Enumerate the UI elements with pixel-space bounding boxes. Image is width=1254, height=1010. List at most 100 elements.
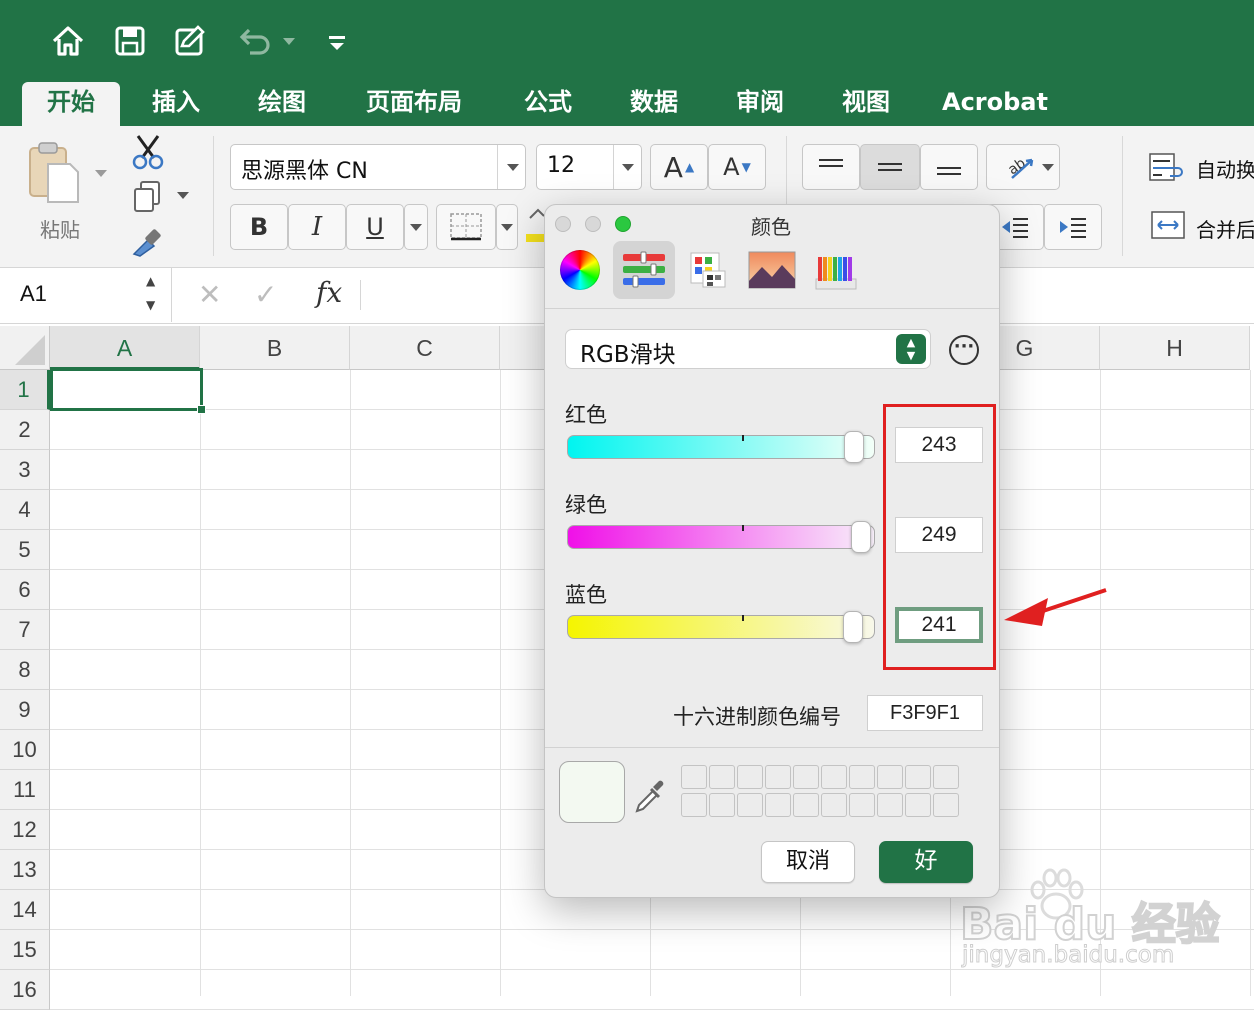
color-swatch-slot[interactable] xyxy=(793,765,819,789)
copy-dropdown-icon[interactable] xyxy=(177,192,189,199)
eyedropper-icon[interactable] xyxy=(633,775,667,815)
column-header-h[interactable]: H xyxy=(1100,326,1250,370)
tab-review[interactable]: 审阅 xyxy=(722,82,798,126)
bold-button[interactable]: B xyxy=(230,204,288,250)
font-size-select[interactable]: 12 xyxy=(536,144,642,190)
row-header-7[interactable]: 7 xyxy=(0,610,50,650)
color-swatch-slot[interactable] xyxy=(681,793,707,817)
more-options-icon[interactable]: ··· xyxy=(949,335,979,365)
row-header-10[interactable]: 10 xyxy=(0,730,50,770)
cancel-button[interactable]: 取消 xyxy=(761,841,855,883)
paste-icon[interactable] xyxy=(26,140,86,204)
italic-button[interactable]: I xyxy=(288,204,346,250)
color-palettes-mode[interactable] xyxy=(677,241,739,299)
row-header-5[interactable]: 5 xyxy=(0,530,50,570)
row-header-13[interactable]: 13 xyxy=(0,850,50,890)
color-mode-select[interactable]: RGB滑块 ▲ ▼ xyxy=(565,329,931,369)
color-swatch-slot[interactable] xyxy=(877,765,903,789)
edit-icon[interactable] xyxy=(172,22,210,60)
home-icon[interactable] xyxy=(49,22,87,60)
blue-slider[interactable] xyxy=(567,615,875,639)
tab-home[interactable]: 开始 xyxy=(22,82,120,126)
green-slider[interactable] xyxy=(567,525,875,549)
stepper-up-icon[interactable]: ▲ xyxy=(146,274,155,288)
color-swatch-slot[interactable] xyxy=(905,793,931,817)
row-header-14[interactable]: 14 xyxy=(0,890,50,930)
tab-page-layout[interactable]: 页面布局 xyxy=(352,82,476,126)
color-swatch-slot[interactable] xyxy=(709,765,735,789)
format-painter-icon[interactable] xyxy=(130,226,166,258)
row-header-2[interactable]: 2 xyxy=(0,410,50,450)
font-name-select[interactable]: 思源黑体 CN xyxy=(230,144,526,190)
align-top-button[interactable] xyxy=(802,144,860,190)
row-header-12[interactable]: 12 xyxy=(0,810,50,850)
stepper-down-icon[interactable]: ▼ xyxy=(146,298,155,312)
color-swatch-slot[interactable] xyxy=(821,793,847,817)
tab-acrobat[interactable]: Acrobat xyxy=(936,82,1054,126)
selected-cell[interactable] xyxy=(50,368,203,411)
color-swatch-slot[interactable] xyxy=(849,793,875,817)
tab-view[interactable]: 视图 xyxy=(828,82,904,126)
row-header-15[interactable]: 15 xyxy=(0,930,50,970)
align-bottom-button[interactable] xyxy=(920,144,978,190)
tab-data[interactable]: 数据 xyxy=(616,82,692,126)
borders-dropdown[interactable] xyxy=(496,204,518,250)
tab-insert[interactable]: 插入 xyxy=(138,82,214,126)
color-swatch-slot[interactable] xyxy=(737,765,763,789)
green-slider-thumb[interactable] xyxy=(851,521,871,553)
column-header-c[interactable]: C xyxy=(350,326,500,370)
color-swatch-slot[interactable] xyxy=(933,793,959,817)
pencils-mode[interactable] xyxy=(805,241,867,299)
increase-indent-button[interactable] xyxy=(1044,204,1102,250)
column-header-b[interactable]: B xyxy=(200,326,350,370)
ok-button[interactable]: 好 xyxy=(879,841,973,883)
name-box[interactable]: A1 ▲ ▼ xyxy=(0,268,172,322)
align-middle-button[interactable] xyxy=(860,144,920,190)
row-header-16[interactable]: 16 xyxy=(0,970,50,1010)
color-swatch-slot[interactable] xyxy=(765,793,791,817)
color-swatch-slot[interactable] xyxy=(681,765,707,789)
wrap-text-icon[interactable] xyxy=(1148,152,1186,182)
fill-color-icon[interactable] xyxy=(526,208,546,244)
fill-handle[interactable] xyxy=(197,405,206,414)
tab-draw[interactable]: 绘图 xyxy=(244,82,320,126)
increase-font-button[interactable]: A ▲ xyxy=(650,144,708,190)
color-swatch-slot[interactable] xyxy=(933,765,959,789)
undo-dropdown-icon[interactable] xyxy=(283,38,295,45)
tab-formulas[interactable]: 公式 xyxy=(510,82,586,126)
color-swatch-slot[interactable] xyxy=(765,765,791,789)
color-swatch-slot[interactable] xyxy=(737,793,763,817)
color-swatch-slot[interactable] xyxy=(877,793,903,817)
hex-value-field[interactable]: F3F9F1 xyxy=(867,695,983,731)
cut-icon[interactable] xyxy=(130,132,166,170)
color-swatch-slot[interactable] xyxy=(821,765,847,789)
row-header-8[interactable]: 8 xyxy=(0,650,50,690)
row-header-3[interactable]: 3 xyxy=(0,450,50,490)
color-swatch-slot[interactable] xyxy=(709,793,735,817)
color-swatch-slot[interactable] xyxy=(849,765,875,789)
image-palettes-mode[interactable] xyxy=(741,241,803,299)
row-header-4[interactable]: 4 xyxy=(0,490,50,530)
paste-dropdown-icon[interactable] xyxy=(95,170,107,177)
borders-button[interactable] xyxy=(436,204,496,250)
cancel-entry-icon[interactable]: ✕ xyxy=(198,278,221,311)
row-header-11[interactable]: 11 xyxy=(0,770,50,810)
merge-center-icon[interactable] xyxy=(1150,210,1186,240)
column-header-a[interactable]: A xyxy=(50,326,200,370)
row-header-1[interactable]: 1 xyxy=(0,370,50,410)
undo-icon[interactable] xyxy=(236,22,274,60)
save-icon[interactable] xyxy=(111,22,149,60)
orientation-button[interactable]: ab xyxy=(986,144,1060,190)
merge-center-label[interactable]: 合并后 xyxy=(1196,214,1254,243)
decrease-font-button[interactable]: A ▼ xyxy=(708,144,766,190)
color-swatch-slot[interactable] xyxy=(905,765,931,789)
select-all-corner[interactable] xyxy=(0,326,50,370)
current-color-well[interactable] xyxy=(559,761,625,823)
row-header-9[interactable]: 9 xyxy=(0,690,50,730)
red-slider-thumb[interactable] xyxy=(844,431,864,463)
red-slider[interactable] xyxy=(567,435,875,459)
row-header-6[interactable]: 6 xyxy=(0,570,50,610)
underline-dropdown[interactable] xyxy=(404,204,428,250)
blue-slider-thumb[interactable] xyxy=(843,611,863,643)
confirm-entry-icon[interactable]: ✓ xyxy=(254,278,277,311)
